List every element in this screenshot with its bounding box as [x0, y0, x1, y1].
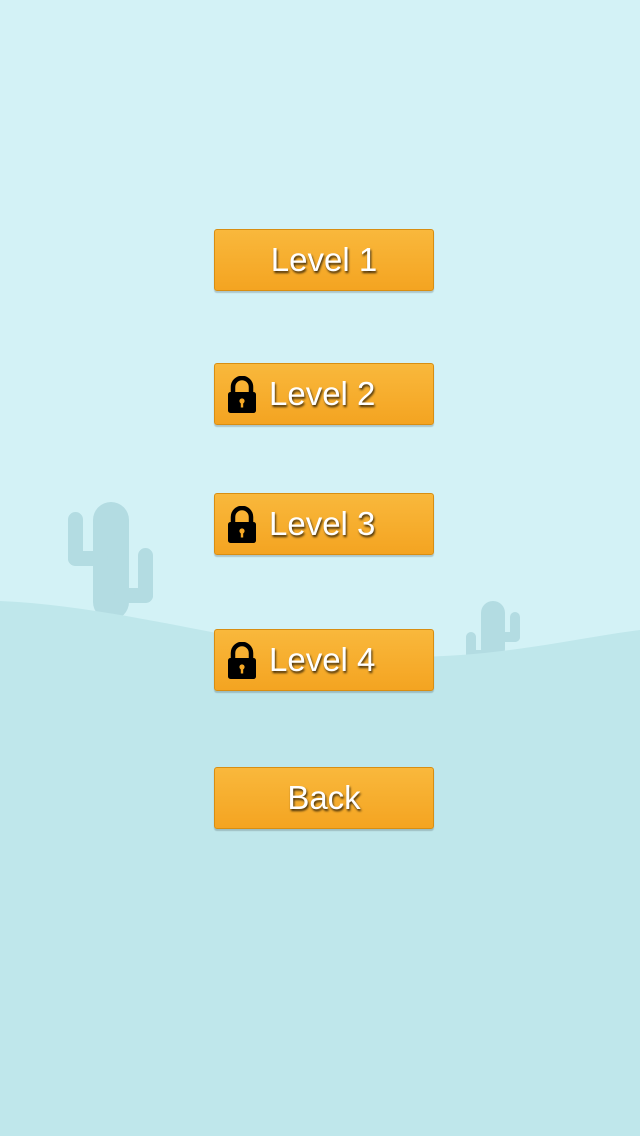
back-label: Back [287, 779, 361, 816]
level-3-button[interactable]: Level 3 [214, 493, 434, 555]
level-3-label: Level 3 [269, 505, 376, 542]
level-4-button[interactable]: Level 4 [214, 629, 434, 691]
desert-background [0, 0, 640, 1136]
level-1-label: Level 1 [270, 241, 378, 278]
lock-icon [228, 506, 256, 543]
back-button[interactable]: Back [214, 767, 434, 829]
level-4-label: Level 4 [269, 641, 376, 678]
level-2-label: Level 2 [269, 375, 376, 412]
level-1-button[interactable]: Level 1 [214, 229, 434, 291]
lock-icon [228, 642, 256, 679]
level-2-button[interactable]: Level 2 [214, 363, 434, 425]
lock-icon [228, 376, 256, 413]
